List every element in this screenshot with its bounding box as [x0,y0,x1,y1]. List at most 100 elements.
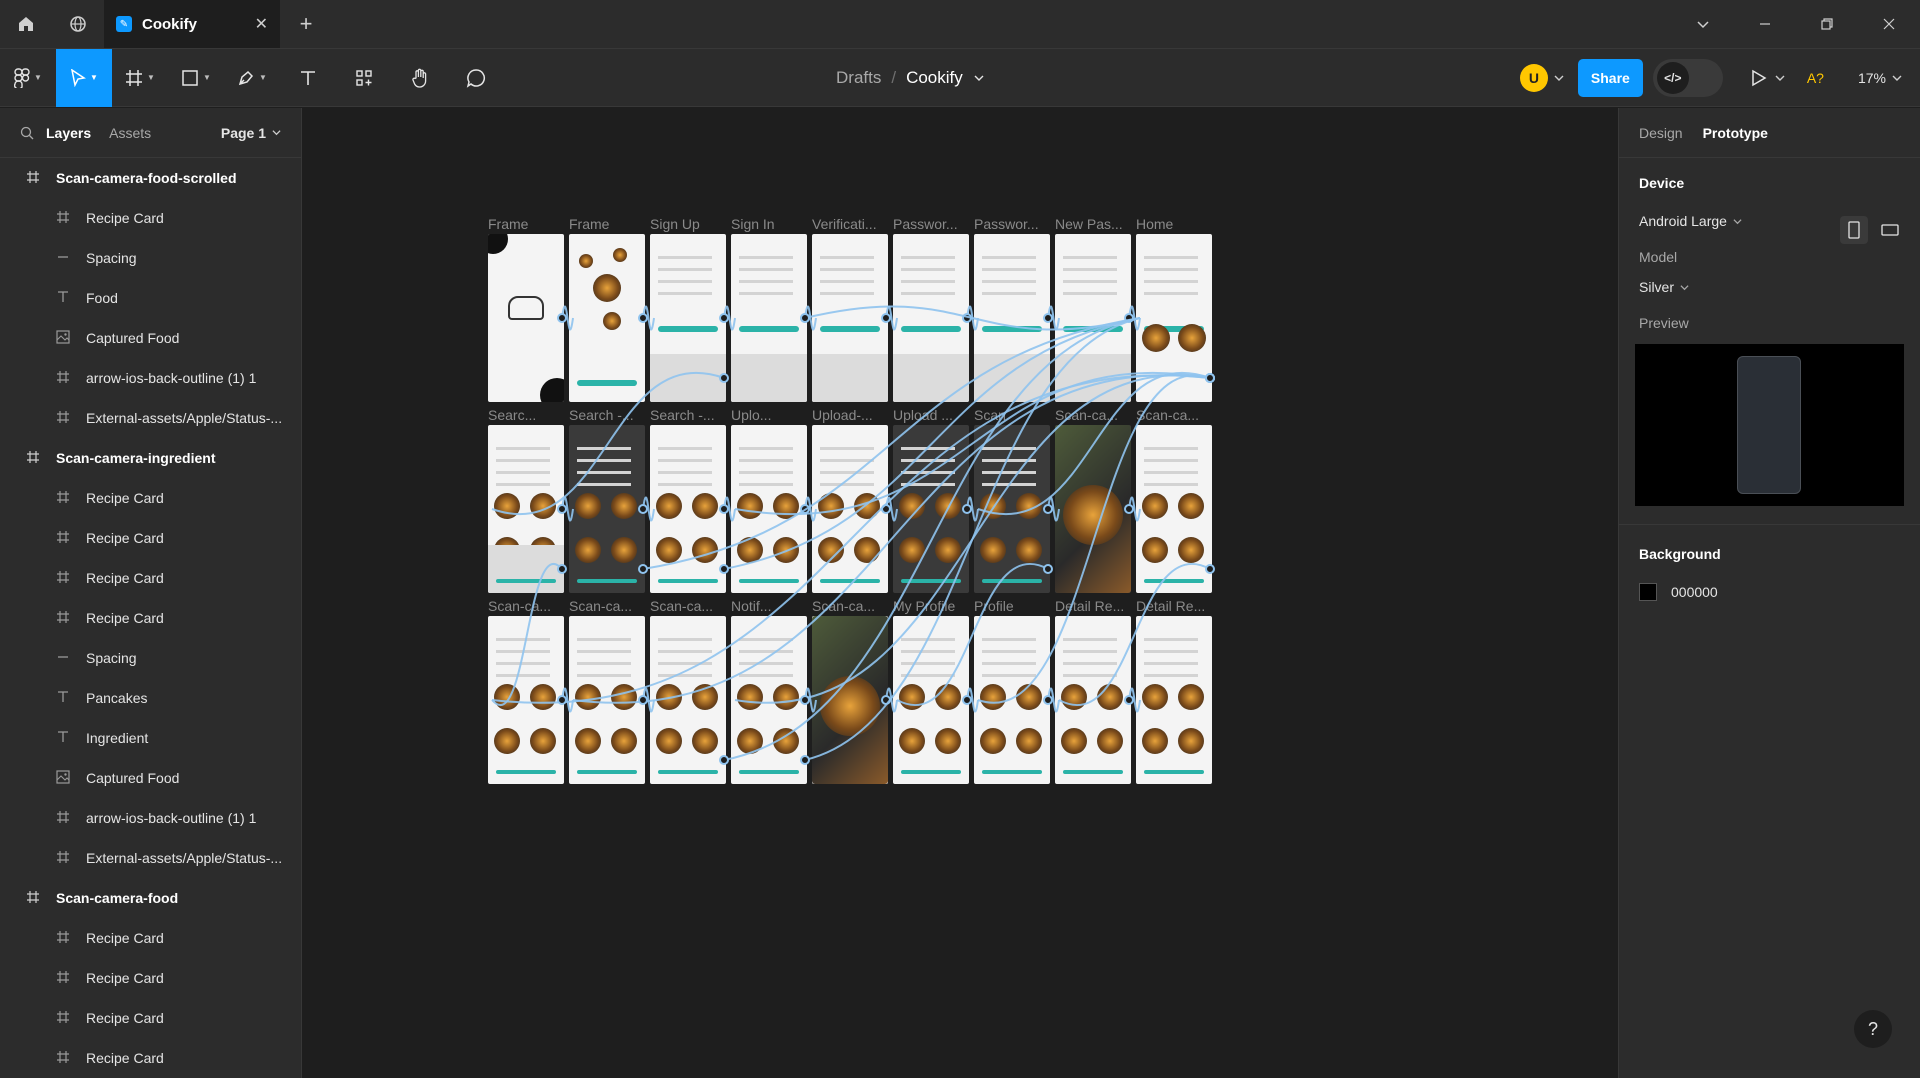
prototype-link[interactable] [491,563,563,706]
restore-icon[interactable] [1796,0,1858,48]
landscape-icon[interactable] [1876,216,1904,244]
prototype-link[interactable] [491,374,1211,704]
link-origin-dot[interactable] [1043,695,1053,705]
home-icon[interactable] [0,0,52,48]
share-button[interactable]: Share [1577,59,1643,97]
portrait-icon[interactable] [1840,216,1868,244]
resources-tool[interactable] [336,49,392,107]
file-name[interactable]: Cookify [906,68,963,88]
page-selector[interactable]: Page 1 [221,125,281,141]
link-origin-dot[interactable] [557,695,567,705]
prototype-link[interactable] [896,563,1049,706]
tab-prototype[interactable]: Prototype [1703,125,1768,141]
layer-frame-row[interactable]: Scan-camera-food [0,878,301,918]
layer-row[interactable]: Recipe Card [0,478,301,518]
globe-icon[interactable] [52,0,104,48]
model-select[interactable]: Silver [1639,272,1900,302]
move-tool[interactable]: ▼ [56,48,112,107]
layer-row[interactable]: External-assets/Apple/Status-... [0,838,301,878]
minimize-icon[interactable] [1734,0,1796,48]
text-tool[interactable] [280,49,336,107]
present-button[interactable] [1751,69,1785,87]
link-origin-dot[interactable] [1043,564,1053,574]
link-origin-dot[interactable] [800,695,810,705]
link-origin-dot[interactable] [1124,504,1134,514]
prototype-link[interactable] [977,374,1211,704]
file-tab[interactable]: ✎ Cookify ✕ [104,0,280,48]
layer-row[interactable]: Recipe Card [0,598,301,638]
link-origin-dot[interactable] [719,373,729,383]
link-origin-dot[interactable] [881,313,891,323]
new-tab-button[interactable]: + [280,0,332,48]
link-origin-dot[interactable] [557,504,567,514]
layer-row[interactable]: Recipe Card [0,1038,301,1078]
canvas[interactable]: Frame Frame Sign Up Sign In Verificati... Pas… [303,108,1617,1078]
missing-fonts-indicator[interactable]: A? [1807,70,1824,86]
layer-row[interactable]: Spacing [0,238,301,278]
background-swatch[interactable] [1639,583,1657,601]
prototype-link[interactable] [491,371,725,516]
chevron-down-icon[interactable] [1672,0,1734,48]
layer-frame-row[interactable]: Scan-camera-food-scrolled [0,158,301,198]
layer-row[interactable]: Recipe Card [0,518,301,558]
layer-row[interactable]: Recipe Card [0,998,301,1038]
link-origin-dot[interactable] [638,313,648,323]
chevron-down-icon[interactable] [973,72,985,84]
zoom-menu[interactable]: 17% [1858,70,1902,86]
tab-layers[interactable]: Layers [46,125,91,141]
background-hex[interactable]: 000000 [1671,584,1718,600]
link-origin-dot[interactable] [800,313,810,323]
hand-tool[interactable] [392,49,448,107]
link-origin-dot[interactable] [638,564,648,574]
link-origin-dot[interactable] [800,755,810,765]
close-window-icon[interactable] [1858,0,1920,48]
layer-row[interactable]: Captured Food [0,758,301,798]
shape-tool[interactable]: ▼ [168,49,224,107]
prototype-link[interactable] [642,317,1141,570]
frame-tool[interactable]: ▼ [112,49,168,107]
search-icon[interactable] [20,126,34,140]
link-origin-dot[interactable] [962,695,972,705]
layer-row[interactable]: External-assets/Apple/Status-... [0,398,301,438]
link-origin-dot[interactable] [638,695,648,705]
dev-mode-toggle[interactable]: </> [1652,59,1723,97]
prototype-link[interactable] [977,371,1211,516]
link-origin-dot[interactable] [962,504,972,514]
layer-row[interactable]: Recipe Card [0,198,301,238]
breadcrumb-drafts[interactable]: Drafts [836,68,881,88]
link-origin-dot[interactable] [1043,313,1053,323]
prototype-link[interactable] [1058,563,1211,706]
user-avatar-menu[interactable]: U [1519,64,1564,92]
tab-assets[interactable]: Assets [109,125,151,141]
link-origin-dot[interactable] [719,504,729,514]
link-origin-dot[interactable] [1205,373,1215,383]
link-origin-dot[interactable] [557,313,567,323]
link-origin-dot[interactable] [638,504,648,514]
prototype-link[interactable] [572,374,1211,704]
layer-row[interactable]: Ingredient [0,718,301,758]
prototype-link[interactable] [723,317,1141,570]
pen-tool[interactable]: ▼ [224,49,280,107]
layer-row[interactable]: arrow-ios-back-outline (1) 1 [0,798,301,838]
layer-row[interactable]: Recipe Card [0,958,301,998]
layer-frame-row[interactable]: Scan-camera-ingredient [0,438,301,478]
layer-row[interactable]: arrow-ios-back-outline (1) 1 [0,358,301,398]
prototype-link[interactable] [804,305,1141,331]
tab-design[interactable]: Design [1639,125,1683,141]
layer-row[interactable]: Recipe Card [0,918,301,958]
link-origin-dot[interactable] [1205,564,1215,574]
link-origin-dot[interactable] [719,755,729,765]
help-button[interactable]: ? [1854,1010,1892,1048]
prototype-link[interactable] [734,372,1211,515]
link-origin-dot[interactable] [557,564,567,574]
layer-row[interactable]: Recipe Card [0,558,301,598]
link-origin-dot[interactable] [1124,695,1134,705]
main-menu-button[interactable]: ▼ [0,49,56,107]
background-color-field[interactable]: 000000 [1639,577,1900,607]
layer-row[interactable]: Captured Food [0,318,301,358]
link-origin-dot[interactable] [719,564,729,574]
link-origin-dot[interactable] [1043,504,1053,514]
close-tab-icon[interactable]: ✕ [255,14,268,34]
layer-row[interactable]: Food [0,278,301,318]
layer-row[interactable]: Pancakes [0,678,301,718]
